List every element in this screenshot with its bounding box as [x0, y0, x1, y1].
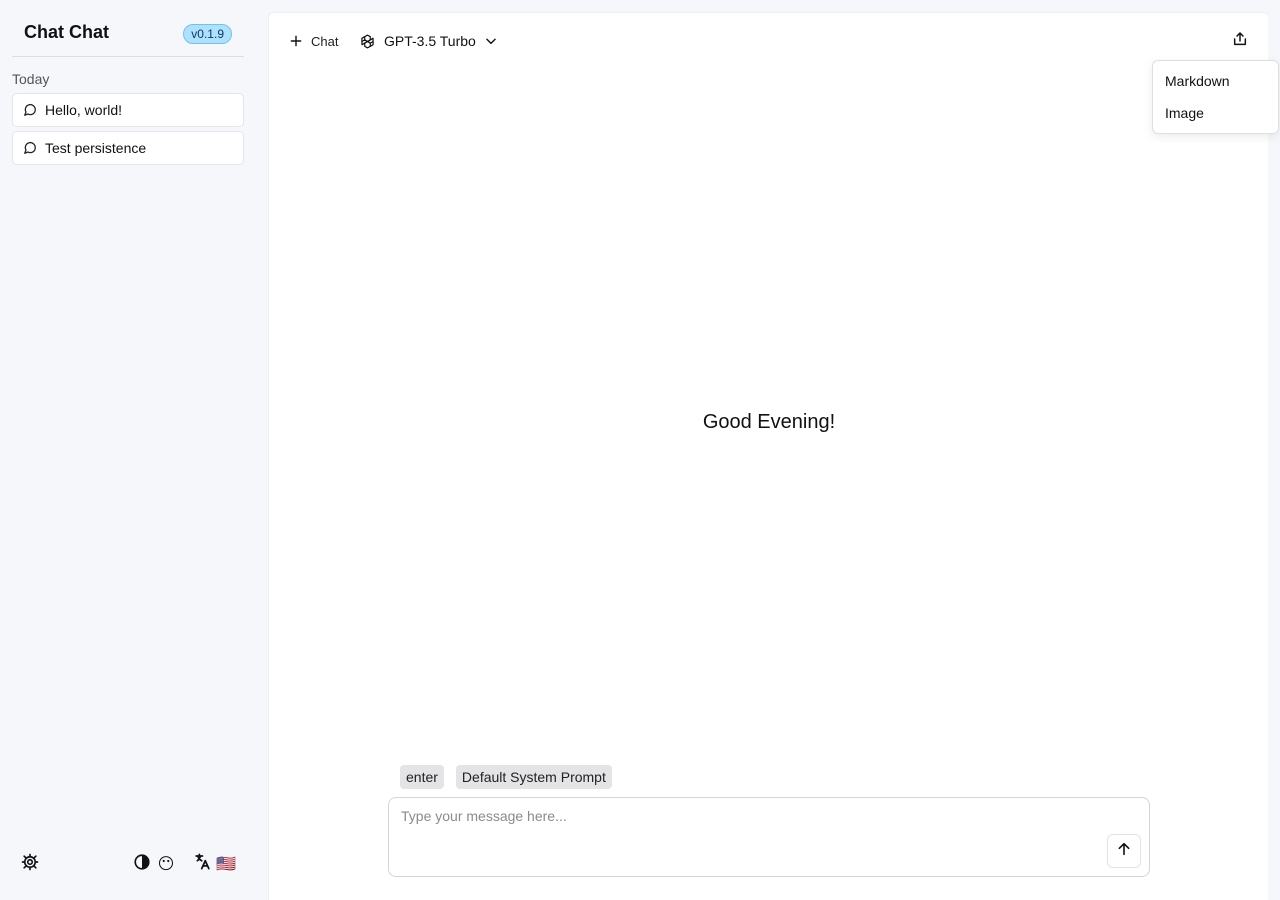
- chat-toolbar: Chat GPT-3.5 Turbo: [269, 13, 1269, 69]
- sidebar: Chat Chat v0.1.9 Today Hello, world! Tes…: [0, 0, 256, 900]
- new-chat-button[interactable]: Chat: [289, 30, 338, 52]
- app-title: Chat Chat: [24, 22, 109, 42]
- us-flag-icon: 🇺🇸: [216, 856, 236, 873]
- system-prompt-chip[interactable]: Default System Prompt: [455, 765, 612, 789]
- locale-flag-button[interactable]: 🇺🇸: [215, 852, 237, 876]
- sidebar-header: Chat Chat v0.1.9: [12, 16, 244, 57]
- sidebar-footer: 😶 🇺🇸: [0, 848, 256, 880]
- emoji-button[interactable]: 😶: [155, 852, 177, 876]
- share-button[interactable]: [1229, 30, 1251, 52]
- message-circle-icon: [23, 103, 37, 117]
- arrow-up-icon: [1116, 841, 1132, 862]
- theme-toggle-button[interactable]: [131, 852, 153, 876]
- translate-icon: [193, 852, 212, 876]
- conversation-item-test-persistence[interactable]: Test persistence: [12, 131, 244, 165]
- send-button[interactable]: [1107, 834, 1141, 868]
- settings-button[interactable]: [19, 852, 41, 876]
- menu-item-markdown[interactable]: Markdown: [1157, 65, 1274, 97]
- contrast-icon: [133, 853, 151, 876]
- emoji-face-icon: 😶: [157, 856, 175, 873]
- new-chat-label: Chat: [311, 33, 339, 49]
- send-key-chip[interactable]: enter: [400, 765, 444, 789]
- app-window: Chat Chat v0.1.9 Today Hello, world! Tes…: [0, 0, 1280, 900]
- version-badge: v0.1.9: [183, 24, 232, 44]
- share-menu: Markdown Image: [1152, 60, 1279, 134]
- conversation-label: Hello, world!: [45, 102, 123, 118]
- prompt-chips: enter Default System Prompt: [400, 765, 624, 789]
- gear-icon: [21, 853, 39, 876]
- language-button[interactable]: [191, 852, 213, 876]
- section-label-today: Today: [12, 71, 50, 87]
- message-input[interactable]: [389, 798, 1149, 876]
- conversation-item-hello-world[interactable]: Hello, world!: [12, 93, 244, 127]
- conversation-label: Test persistence: [45, 140, 147, 156]
- plus-icon: [289, 34, 303, 48]
- greeting-text: Good Evening!: [702, 411, 836, 433]
- chat-panel: Chat GPT-3.5 Turbo Good Evening! enter D…: [268, 12, 1268, 900]
- message-circle-icon: [23, 141, 37, 155]
- model-label: GPT-3.5 Turbo: [384, 33, 476, 49]
- model-selector[interactable]: GPT-3.5 Turbo: [359, 30, 498, 52]
- share-icon: [1232, 31, 1248, 52]
- message-composer: [388, 797, 1150, 877]
- openai-logo-icon: [359, 33, 376, 50]
- chevron-down-icon: [484, 34, 498, 48]
- menu-item-image[interactable]: Image: [1157, 97, 1274, 129]
